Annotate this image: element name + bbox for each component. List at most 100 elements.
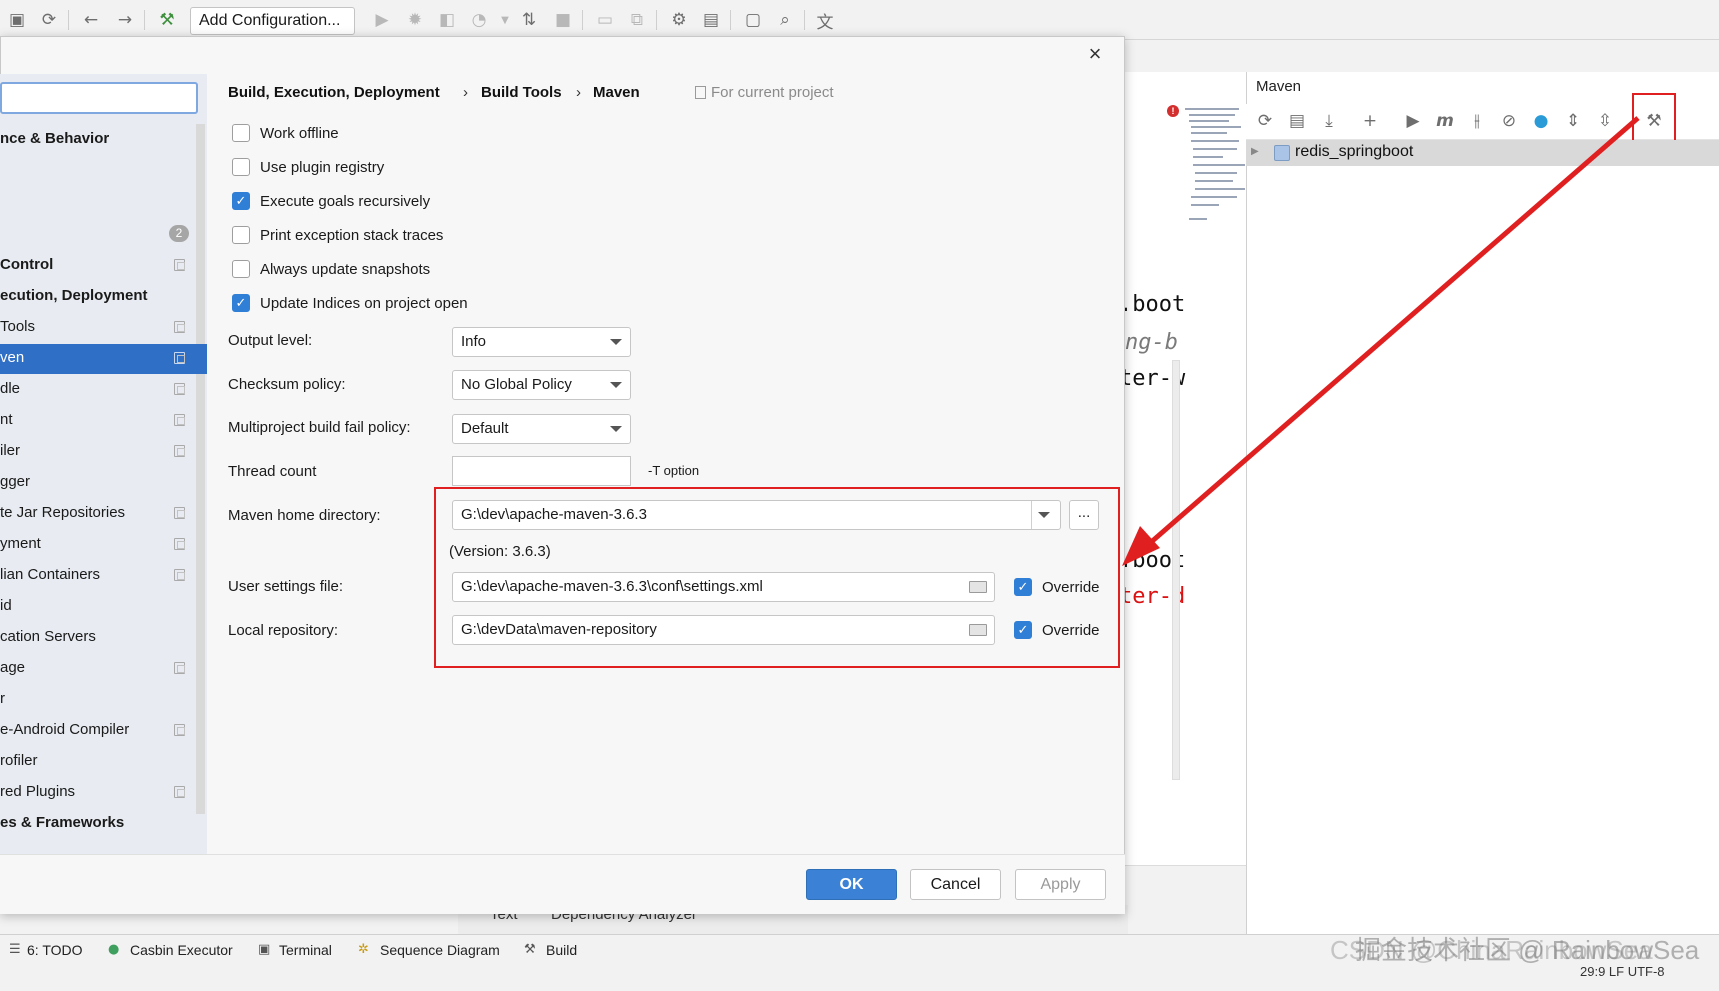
work-offline-checkbox[interactable] [232,124,250,142]
ok-button[interactable]: OK [806,869,897,900]
nav-item-maven[interactable]: ven [0,349,24,366]
save-icon[interactable]: ▣ [6,9,28,31]
nav-item-languages-frameworks[interactable]: es & Frameworks [0,814,124,831]
forward-icon[interactable]: → [114,9,136,31]
project-scope-icon [174,662,185,674]
always-update-snapshots-label: Always update snapshots [260,260,431,278]
checksum-policy-select[interactable]: No Global Policy [452,370,631,400]
download-icon[interactable]: ⤓ [1318,110,1340,132]
nav-item-build-execution-deployment[interactable]: ecution, Deployment [0,287,148,304]
reload-icon[interactable]: ⟳ [1254,110,1276,132]
nav-item-deployment[interactable]: yment [0,535,41,552]
chevron-down-icon [610,426,622,432]
build-tab[interactable]: Build [546,942,577,958]
nav-item-compiler[interactable]: iler [0,442,20,459]
skip-tests-icon[interactable]: ⊘ [1498,110,1520,132]
breadcrumb-build-tools[interactable]: Build Tools [481,84,562,101]
output-level-label: Output level: [228,332,313,349]
breadcrumb-maven: Maven [593,84,640,101]
breadcrumb-separator: › [463,84,468,101]
maven-home-label: Maven home directory: [228,507,381,524]
nav-item-ant[interactable]: nt [0,411,13,428]
build-hammer-icon[interactable]: ⚒ [156,9,178,31]
nav-item-gradle[interactable]: dle [0,380,20,397]
run-icon[interactable]: ▶ [371,9,393,31]
chevron-down-icon[interactable]: ▼ [494,9,516,31]
terminal-tab[interactable]: Terminal [279,942,332,958]
toggle-offline-icon[interactable]: ⫲ [1466,110,1488,132]
code-line: .boot [1119,292,1186,317]
stop-icon[interactable]: ■ [552,9,574,31]
execute-goal-icon[interactable]: m [1434,110,1456,132]
nav-scrollbar[interactable] [196,124,205,814]
show-dependencies-icon[interactable]: ⇕ [1562,110,1584,132]
execute-goals-recursively-option[interactable]: ✓ Execute goals recursively [232,190,430,212]
cancel-button[interactable]: Cancel [910,869,1001,900]
todo-tab[interactable]: 6: TODO [27,942,83,958]
coverage-icon[interactable]: ◧ [436,9,458,31]
project-structure-icon[interactable]: ▤ [700,9,722,31]
nav-item-coverage[interactable]: age [0,659,25,676]
settings-search-input[interactable] [0,82,198,114]
nav-item-arquillian-containers[interactable]: lian Containers [0,566,100,583]
back-icon[interactable]: ← [80,9,102,31]
nav-item-debugger[interactable]: gger [0,473,30,490]
project-scope-icon [174,259,185,271]
work-offline-option[interactable]: Work offline [232,122,339,144]
thread-count-hint: -T option [648,463,700,478]
nav-item-version-control[interactable]: Control [0,256,53,273]
generate-sources-icon[interactable]: ▤ [1286,110,1308,132]
output-level-select[interactable]: Info [452,327,631,357]
rerun-icon[interactable]: ⇅ [518,9,540,31]
nav-item-application-servers[interactable]: cation Servers [0,628,96,645]
use-plugin-registry-checkbox[interactable] [232,158,250,176]
nav-item-build-tools[interactable]: Tools [0,318,35,335]
add-icon[interactable]: + [1359,110,1381,132]
nav-item-remote-jar-repositories[interactable]: te Jar Repositories [0,504,125,521]
git-icon[interactable]: ⧉ [626,9,648,31]
sequence-diagram-tab[interactable]: Sequence Diagram [380,942,500,958]
profile-icon[interactable]: ◔ [468,9,490,31]
update-indices-option[interactable]: ✓ Update Indices on project open [232,292,468,314]
search-icon[interactable]: ⌕ [774,9,796,31]
use-plugin-registry-option[interactable]: Use plugin registry [232,156,384,178]
settings-wrench-icon[interactable]: ⚙ [668,9,690,31]
print-exception-stack-traces-option[interactable]: Print exception stack traces [232,224,443,246]
checksum-policy-label: Checksum policy: [228,376,346,393]
nav-item-java-android-compiler[interactable]: e-Android Compiler [0,721,129,738]
todo-icon: ☰ [9,942,21,957]
print-exception-stack-traces-checkbox[interactable] [232,226,250,244]
thread-count-input[interactable] [452,456,631,486]
nav-item-android[interactable]: id [0,597,12,614]
use-plugin-registry-label: Use plugin registry [260,158,385,176]
breadcrumb-build-execution-deployment[interactable]: Build, Execution, Deployment [228,84,440,101]
fail-policy-select[interactable]: Default [452,414,631,444]
code-minimap [1185,106,1245,226]
apply-button[interactable]: Apply [1015,869,1106,900]
nav-badge: 2 [169,225,189,242]
close-icon[interactable]: × [1083,42,1107,66]
attach-icon[interactable]: ▭ [594,9,616,31]
nav-item-docker[interactable]: r [0,690,5,707]
update-indices-checkbox[interactable]: ✓ [232,294,250,312]
expand-arrow-icon[interactable]: ▶ [1251,146,1259,157]
always-update-snapshots-option[interactable]: Always update snapshots [232,258,430,280]
maven-project-name[interactable]: redis_springboot [1295,143,1413,161]
lightning-icon[interactable]: ● [1530,110,1552,132]
translate-icon[interactable]: 文 [814,9,836,33]
casbin-executor-tab[interactable]: Casbin Executor [130,942,233,958]
collapse-all-icon[interactable]: ⇳ [1594,110,1616,132]
execute-goals-recursively-checkbox[interactable]: ✓ [232,192,250,210]
editor-scrollbar[interactable] [1172,360,1180,780]
sync-icon[interactable]: ⟳ [38,9,60,31]
frame-icon[interactable]: ▢ [742,9,764,31]
add-configuration-button[interactable]: Add Configuration... [190,7,355,35]
nav-item-appearance-behavior[interactable]: nce & Behavior [0,130,109,147]
nav-item-required-plugins[interactable]: red Plugins [0,783,75,800]
nav-item-java-profiler[interactable]: rofiler [0,752,38,769]
error-indicator-icon[interactable]: ! [1167,105,1179,117]
always-update-snapshots-checkbox[interactable] [232,260,250,278]
debug-icon[interactable]: ✹ [404,9,426,31]
run-maven-icon[interactable]: ▶ [1402,110,1424,132]
fail-policy-label: Multiproject build fail policy: [228,419,411,436]
